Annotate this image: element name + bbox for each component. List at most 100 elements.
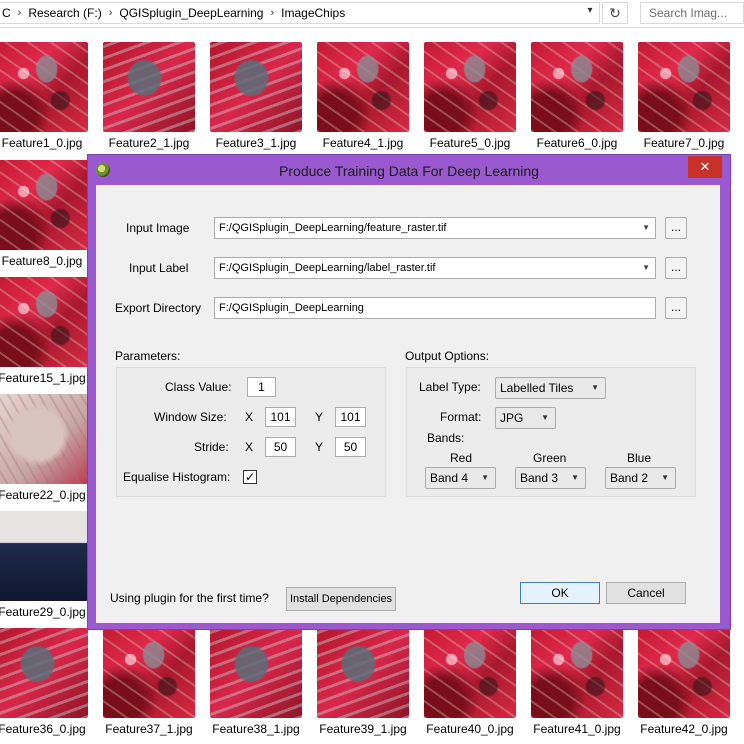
thumbnail-caption: Feature6_0.jpg xyxy=(536,136,618,150)
input-label-combo[interactable]: F:/QGISplugin_DeepLearning/label_raster.… xyxy=(214,257,656,279)
thumbnail-image xyxy=(0,42,88,132)
thumbnail-caption: Feature42_0.jpg xyxy=(640,722,728,736)
window-y-field[interactable]: 101 xyxy=(335,407,366,427)
chevron-right-icon: › xyxy=(270,7,275,19)
blue-band-label: Blue xyxy=(627,451,652,465)
chevron-right-icon: › xyxy=(17,7,22,19)
export-directory-browse-button[interactable]: ... xyxy=(665,297,687,319)
thumbnail-image xyxy=(424,628,516,718)
thumbnail-tile[interactable]: Feature41_0.jpg xyxy=(531,628,623,738)
parameters-group: Class Value: 1 Window Size: X 101 Y 101 … xyxy=(116,367,386,497)
thumbnail-tile[interactable]: Feature22_0.jpg xyxy=(0,394,88,504)
thumbnail-tile[interactable]: Feature8_0.jpg xyxy=(0,160,88,270)
red-band-value: Band 4 xyxy=(430,471,469,485)
thumbnail-tile[interactable]: Feature15_1.jpg xyxy=(0,277,88,387)
breadcrumb[interactable]: C › Research (F:) › QGISplugin_DeepLearn… xyxy=(0,2,600,24)
close-button[interactable]: ✕ xyxy=(688,156,722,178)
bands-label: Bands: xyxy=(427,431,465,445)
thumbnail-tile[interactable]: Feature3_1.jpg xyxy=(210,42,302,152)
thumbnail-image xyxy=(638,42,730,132)
stride-y-field[interactable]: 50 xyxy=(335,437,366,457)
thumbnail-tile[interactable]: Feature7_0.jpg xyxy=(638,42,730,152)
input-label-label: Input Label xyxy=(129,261,189,275)
green-band-dropdown[interactable]: Band 3 ▼ xyxy=(515,467,586,489)
thumbnail-image xyxy=(317,42,409,132)
thumbnail-tile[interactable]: Feature38_1.jpg xyxy=(210,628,302,738)
thumbnail-tile[interactable]: Feature2_1.jpg xyxy=(103,42,195,152)
thumbnail-image xyxy=(103,42,195,132)
chevron-down-icon: ▼ xyxy=(571,473,579,482)
stride-x-label: X xyxy=(245,440,254,454)
input-image-label: Input Image xyxy=(126,221,190,235)
green-band-value: Band 3 xyxy=(520,471,559,485)
search-placeholder: Search Imag... xyxy=(649,6,728,20)
dialog-body: Input Image F:/QGISplugin_DeepLearning/f… xyxy=(96,185,720,623)
input-label-browse-button[interactable]: ... xyxy=(665,257,687,279)
thumbnail-tile[interactable]: Feature40_0.jpg xyxy=(424,628,516,738)
thumbnail-tile[interactable]: Feature36_0.jpg xyxy=(0,628,88,738)
chevron-down-icon: ▼ xyxy=(661,473,669,482)
breadcrumb-item[interactable]: ImageChips xyxy=(281,6,345,20)
thumbnail-caption: Feature5_0.jpg xyxy=(429,136,511,150)
equalise-histogram-checkbox[interactable]: ✓ xyxy=(243,470,257,484)
thumbnail-caption: Feature2_1.jpg xyxy=(108,136,190,150)
thumbnail-image xyxy=(210,628,302,718)
thumbnail-tile[interactable]: Feature42_0.jpg xyxy=(638,628,730,738)
thumbnail-tile[interactable]: Feature5_0.jpg xyxy=(424,42,516,152)
chevron-down-icon: ▼ xyxy=(591,383,599,392)
chevron-right-icon: › xyxy=(108,7,113,19)
input-image-value: F:/QGISplugin_DeepLearning/feature_raste… xyxy=(219,222,447,234)
parameters-heading: Parameters: xyxy=(115,349,181,363)
search-input[interactable]: Search Imag... xyxy=(640,2,744,24)
input-image-combo[interactable]: F:/QGISplugin_DeepLearning/feature_raste… xyxy=(214,217,656,239)
refresh-button[interactable]: ↻ xyxy=(602,2,628,24)
ok-button[interactable]: OK xyxy=(520,582,600,604)
thumbnail-tile[interactable]: Feature1_0.jpg xyxy=(0,42,88,152)
label-type-label: Label Type: xyxy=(419,380,481,394)
thumbnail-caption: Feature36_0.jpg xyxy=(0,722,86,736)
desktop-screen: C › Research (F:) › QGISplugin_DeepLearn… xyxy=(0,0,744,744)
class-value-field[interactable]: 1 xyxy=(247,377,276,397)
label-type-dropdown[interactable]: Labelled Tiles ▼ xyxy=(495,377,606,399)
label-type-value: Labelled Tiles xyxy=(500,381,574,395)
thumbnail-image xyxy=(0,394,88,484)
window-size-label: Window Size: xyxy=(154,410,227,424)
chevron-down-icon[interactable]: ▾ xyxy=(582,5,598,21)
thumbnail-tile[interactable]: Feature4_1.jpg xyxy=(317,42,409,152)
red-band-dropdown[interactable]: Band 4 ▼ xyxy=(425,467,496,489)
thumbnail-caption: Feature22_0.jpg xyxy=(0,488,86,502)
input-image-browse-button[interactable]: ... xyxy=(665,217,687,239)
cancel-button[interactable]: Cancel xyxy=(606,582,686,604)
blue-band-dropdown[interactable]: Band 2 ▼ xyxy=(605,467,676,489)
stride-x-field[interactable]: 50 xyxy=(265,437,296,457)
thumbnail-tile[interactable]: Feature39_1.jpg xyxy=(317,628,409,738)
window-x-field[interactable]: 101 xyxy=(265,407,296,427)
thumbnail-caption: Feature39_1.jpg xyxy=(319,722,407,736)
breadcrumb-item[interactable]: Research (F:) xyxy=(28,6,101,20)
thumbnail-image xyxy=(317,628,409,718)
red-band-label: Red xyxy=(450,451,473,465)
thumbnail-caption: Feature40_0.jpg xyxy=(426,722,514,736)
thumbnail-caption: Feature7_0.jpg xyxy=(643,136,725,150)
blue-band-value: Band 2 xyxy=(610,471,649,485)
breadcrumb-item[interactable]: C xyxy=(2,6,11,20)
chevron-down-icon: ▼ xyxy=(481,473,489,482)
dialog-titlebar[interactable]: Produce Training Data For Deep Learning … xyxy=(88,155,730,185)
class-value-label: Class Value: xyxy=(165,380,232,394)
output-options-group: Label Type: Labelled Tiles ▼ Format: JPG… xyxy=(406,367,696,497)
thumbnail-tile[interactable]: Feature6_0.jpg xyxy=(531,42,623,152)
window-y-label: Y xyxy=(315,410,324,424)
thumbnail-image xyxy=(424,42,516,132)
breadcrumb-item[interactable]: QGISplugin_DeepLearning xyxy=(119,6,263,20)
install-dependencies-button[interactable]: Install Dependencies xyxy=(286,587,396,611)
thumbnail-tile[interactable]: Feature29_0.jpg xyxy=(0,511,88,621)
thumbnail-image xyxy=(638,628,730,718)
thumbnail-image xyxy=(0,628,88,718)
window-x-label: X xyxy=(245,410,254,424)
format-dropdown[interactable]: JPG ▼ xyxy=(495,407,556,429)
thumbnail-caption: Feature41_0.jpg xyxy=(533,722,621,736)
export-directory-field[interactable]: F:/QGISplugin_DeepLearning xyxy=(214,297,656,319)
training-data-dialog: Produce Training Data For Deep Learning … xyxy=(87,154,731,630)
thumbnail-tile[interactable]: Feature37_1.jpg xyxy=(103,628,195,738)
chevron-down-icon: ▼ xyxy=(642,263,650,272)
